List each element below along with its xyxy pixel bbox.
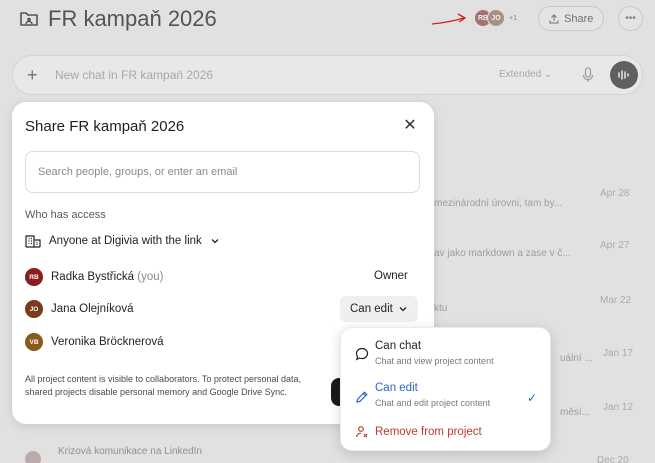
dialog-title: Share FR kampaň 2026 xyxy=(25,118,185,135)
member-name: Veronika Bröcknerová xyxy=(51,336,164,348)
chevron-down-icon xyxy=(211,239,219,244)
close-button[interactable]: ✕ xyxy=(400,116,420,136)
member-row: JO Jana Olejníková xyxy=(25,300,133,318)
menu-item-label: Can chat xyxy=(375,340,422,352)
share-search-input[interactable] xyxy=(25,151,420,193)
checkmark-icon: ✓ xyxy=(527,391,538,405)
menu-item-description: Chat and edit project content xyxy=(375,398,491,408)
remove-person-icon xyxy=(355,426,368,438)
menu-item-label: Can edit xyxy=(375,382,418,394)
avatar: JO xyxy=(25,300,43,318)
menu-item-description: Chat and view project content xyxy=(375,356,494,366)
member-row: RB Radka Bystřická (you) xyxy=(25,268,164,286)
permission-menu: Can chat Chat and view project content C… xyxy=(340,327,551,451)
link-access-label: Anyone at Digivia with the link xyxy=(49,235,202,247)
who-has-access-label: Who has access xyxy=(25,209,106,221)
privacy-note: All project content is visible to collab… xyxy=(25,374,301,397)
close-icon: ✕ xyxy=(403,117,417,134)
role-dropdown-button[interactable]: Can edit xyxy=(340,296,418,322)
building-icon xyxy=(25,235,41,248)
role-dropdown-label: Can edit xyxy=(350,303,393,315)
remove-from-project-label: Remove from project xyxy=(375,426,482,438)
chevron-down-icon xyxy=(399,307,407,312)
pencil-icon xyxy=(356,391,368,403)
link-access-selector[interactable]: Anyone at Digivia with the link xyxy=(25,234,220,248)
member-name: Jana Olejníková xyxy=(51,303,134,315)
avatar: VB xyxy=(25,333,43,351)
avatar: RB xyxy=(25,268,43,286)
chat-bubble-icon xyxy=(355,347,369,361)
member-role: Owner xyxy=(374,270,408,282)
member-name: Radka Bystřická (you) xyxy=(51,271,164,283)
member-row: VB Veronika Bröcknerová xyxy=(25,333,164,351)
